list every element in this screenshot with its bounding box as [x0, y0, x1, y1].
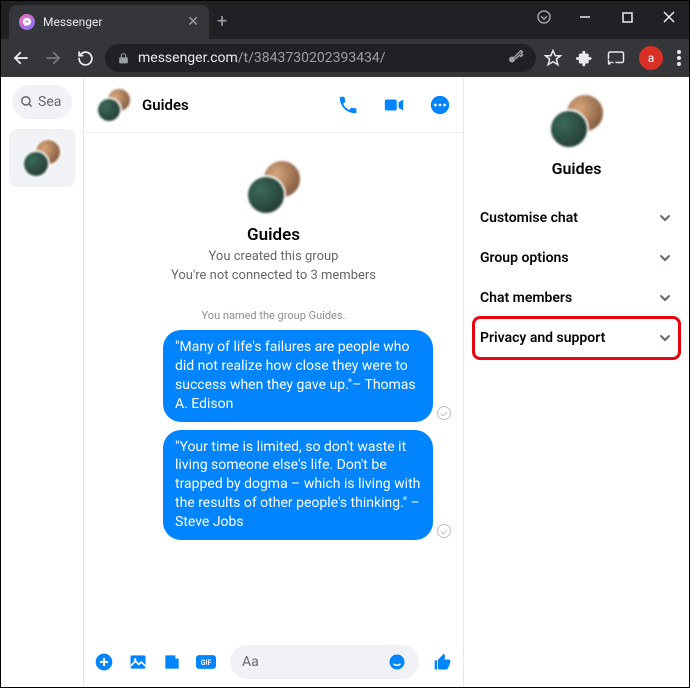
compose-bar: GIF Aa — [84, 637, 463, 687]
intro-subtitle-2: You're not connected to 3 members — [171, 268, 376, 283]
url-bar[interactable]: messenger.com/t/3843730202393434/ — [105, 44, 536, 72]
chevron-down-icon — [657, 250, 673, 266]
details-options: Customise chat Group options Chat member… — [474, 198, 679, 358]
window-maximize-button[interactable] — [607, 2, 647, 32]
search-input[interactable]: Sea — [12, 85, 72, 119]
reload-button[interactable] — [73, 46, 97, 70]
conversation-info-button[interactable] — [429, 94, 451, 116]
bookmark-star-icon[interactable] — [544, 49, 562, 67]
system-message: You named the group Guides. — [96, 309, 451, 322]
message-input[interactable]: Aa — [230, 645, 419, 679]
messenger-icon — [19, 14, 35, 30]
delivered-icon — [437, 524, 451, 538]
tab-title: Messenger — [43, 15, 179, 29]
chevron-down-icon — [657, 330, 673, 346]
window-minimize-button[interactable] — [565, 2, 605, 32]
message-row: "Your time is limited, so don't waste it… — [96, 430, 451, 540]
chat-title: Guides — [142, 96, 189, 114]
chat-intro: Guides You created this group You're not… — [96, 159, 451, 283]
key-icon[interactable] — [506, 49, 524, 67]
group-avatar — [246, 159, 302, 215]
chevron-down-icon — [657, 290, 673, 306]
browser-tab[interactable]: Messenger ✕ — [9, 5, 209, 39]
url-text: messenger.com/t/3843730202393434/ — [138, 50, 386, 66]
gif-button[interactable]: GIF — [196, 652, 216, 672]
delivered-icon — [437, 406, 451, 420]
app-content: Sea Guides Guides You created this group… — [1, 77, 689, 687]
chat-pane: Guides Guides You created this group You… — [83, 77, 464, 687]
like-button[interactable] — [433, 652, 453, 672]
audio-call-button[interactable] — [337, 94, 359, 116]
browser-menu-icon[interactable] — [677, 50, 681, 66]
message-row: "Many of life's failures are people who … — [96, 330, 451, 422]
lock-icon — [117, 52, 130, 65]
details-panel: Guides Customise chat Group options Chat… — [464, 77, 689, 687]
back-button[interactable] — [9, 46, 33, 70]
window-controls — [535, 1, 689, 33]
forward-button[interactable] — [41, 46, 65, 70]
message-bubble[interactable]: "Many of life's failures are people who … — [163, 330, 433, 422]
intro-title: Guides — [247, 225, 300, 245]
browser-titlebar: Messenger ✕ + — [1, 1, 689, 39]
message-bubble[interactable]: "Your time is limited, so don't waste it… — [163, 430, 433, 540]
option-customise-chat[interactable]: Customise chat — [474, 198, 679, 238]
sticker-button[interactable] — [162, 652, 182, 672]
address-bar: messenger.com/t/3843730202393434/ a — [1, 39, 689, 77]
option-group-options[interactable]: Group options — [474, 238, 679, 278]
video-call-button[interactable] — [381, 94, 407, 116]
extensions-icon[interactable] — [576, 50, 593, 67]
group-avatar — [549, 93, 605, 149]
open-more-button[interactable] — [94, 652, 114, 672]
intro-subtitle-1: You created this group — [209, 249, 339, 264]
window-close-button[interactable] — [649, 2, 689, 32]
conversation-list: Sea — [1, 77, 83, 687]
chevron-down-icon — [657, 210, 673, 226]
group-avatar — [22, 138, 62, 178]
conversation-item-selected[interactable] — [9, 129, 75, 187]
details-title: Guides — [552, 159, 602, 178]
option-privacy-and-support[interactable]: Privacy and support — [474, 318, 679, 358]
photo-button[interactable] — [128, 652, 148, 672]
new-tab-button[interactable]: + — [217, 11, 227, 32]
group-avatar — [96, 87, 132, 123]
emoji-picker-button[interactable] — [387, 652, 407, 672]
chat-header: Guides — [84, 77, 463, 133]
svg-text:GIF: GIF — [201, 659, 212, 667]
close-tab-icon[interactable]: ✕ — [187, 14, 199, 30]
chat-body: Guides You created this group You're not… — [84, 133, 463, 637]
option-chat-members[interactable]: Chat members — [474, 278, 679, 318]
tab-overflow-icon[interactable] — [535, 8, 553, 26]
cast-icon[interactable] — [607, 49, 625, 67]
profile-avatar[interactable]: a — [639, 46, 663, 70]
